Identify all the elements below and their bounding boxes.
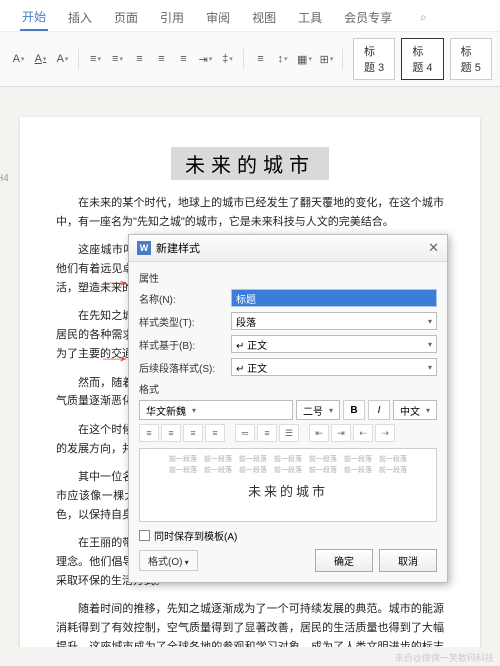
style-heading5[interactable]: 标题 5 (450, 38, 492, 80)
format-menu-button[interactable]: 格式(O) (139, 550, 198, 571)
indent-decrease-button[interactable]: ⇤ (309, 424, 329, 442)
indent-icon[interactable]: ⇥ (195, 49, 217, 69)
align-right-button[interactable]: ≡ (183, 424, 203, 442)
size-select[interactable]: 二号 (296, 400, 340, 420)
app-icon: W (137, 241, 151, 255)
save-template-label: 同时保存到模板(A) (154, 528, 237, 543)
italic-button[interactable]: I (368, 400, 390, 420)
cancel-button[interactable]: 取消 (379, 549, 437, 572)
line-spacing-icon[interactable]: ↕ (272, 49, 294, 69)
spacing-normal-button[interactable]: ≡ (257, 424, 277, 442)
style-heading3[interactable]: 标题 3 (353, 38, 395, 80)
new-style-dialog: W 新建样式 ✕ 属性 名称(N): 样式类型(T): 段落 样式基于(B): … (128, 234, 448, 583)
annotation-arrow-icon: → (95, 346, 135, 367)
save-template-checkbox[interactable] (139, 530, 150, 541)
numbering-icon[interactable]: ≡ (107, 49, 129, 69)
align-right-icon[interactable]: ≡ (173, 49, 195, 69)
annotation-arrow-icon: → (95, 270, 135, 291)
paragraph[interactable]: 随着时间的推移，先知之城逐渐成为了一个可持续发展的典范。城市的能源消耗得到了有效… (56, 600, 444, 647)
align-center-button[interactable]: ≡ (161, 424, 181, 442)
bold-button[interactable]: B (343, 400, 365, 420)
dialog-title: 新建样式 (156, 240, 200, 256)
paragraph[interactable]: 在未来的某个时代，地球上的城市已经发生了翻天覆地的变化，在这个城市中，有一座名为… (56, 194, 444, 231)
based-select[interactable]: ↵ 正文 (231, 335, 437, 353)
spacing-tight-button[interactable]: ═ (235, 424, 255, 442)
font-select[interactable]: 华文新魏 (139, 400, 293, 420)
indent-button[interactable]: ⇢ (375, 424, 395, 442)
align-center-icon[interactable]: ≡ (151, 49, 173, 69)
shading-icon[interactable]: ▦ (294, 49, 316, 69)
align-left-icon[interactable]: ≡ (129, 49, 151, 69)
spacing-loose-button[interactable]: ☰ (279, 424, 299, 442)
name-label: 名称(N): (139, 291, 225, 306)
watermark: 来自@微微一笑数码科技 (395, 651, 494, 664)
tab-ref[interactable]: 引用 (158, 5, 186, 30)
tab-vip[interactable]: 会员专享 (342, 5, 394, 30)
ok-button[interactable]: 确定 (315, 549, 373, 572)
style-heading4[interactable]: 标题 4 (401, 38, 443, 80)
follow-label: 后续段落样式(S): (139, 360, 225, 375)
font-case-icon[interactable]: A (52, 49, 74, 69)
follow-select[interactable]: ↵ 正文 (231, 358, 437, 376)
tab-start[interactable]: 开始 (20, 4, 48, 31)
spacing-icon[interactable]: ‡ (217, 49, 239, 69)
name-input[interactable] (231, 289, 437, 307)
tab-view[interactable]: 视图 (250, 5, 278, 30)
tab-insert[interactable]: 插入 (66, 5, 94, 30)
close-icon[interactable]: ✕ (428, 240, 439, 256)
outdent-button[interactable]: ⇠ (353, 424, 373, 442)
align-left-button[interactable]: ≡ (139, 424, 159, 442)
doc-title[interactable]: 未来的城市 (171, 147, 329, 180)
highlight-icon[interactable]: A (30, 49, 52, 69)
align-justify-button[interactable]: ≡ (205, 424, 225, 442)
tab-review[interactable]: 审阅 (204, 5, 232, 30)
indent-increase-button[interactable]: ⇥ (331, 424, 351, 442)
based-label: 样式基于(B): (139, 337, 225, 352)
type-label: 样式类型(T): (139, 314, 225, 329)
style-preview: 前一段落 前一段落 前一段落 前一段落 前一段落 前一段落 前一段落 前一段落 … (139, 448, 437, 522)
align-dist-icon[interactable]: ≡ (250, 49, 272, 69)
tab-page[interactable]: 页面 (112, 5, 140, 30)
search-icon[interactable]: ⌕ (420, 10, 427, 25)
section-properties: 属性 (139, 270, 437, 285)
lang-select[interactable]: 中文 (393, 400, 437, 420)
bullets-icon[interactable]: ≡ (85, 49, 107, 69)
section-format: 格式 (139, 381, 437, 396)
type-select[interactable]: 段落 (231, 312, 437, 330)
font-color-icon[interactable]: A (8, 49, 30, 69)
heading-level-marker: H4 (0, 173, 9, 184)
dialog-titlebar[interactable]: W 新建样式 ✕ (129, 235, 447, 262)
border-icon[interactable]: ⊞ (316, 49, 338, 69)
tab-tools[interactable]: 工具 (296, 5, 324, 30)
